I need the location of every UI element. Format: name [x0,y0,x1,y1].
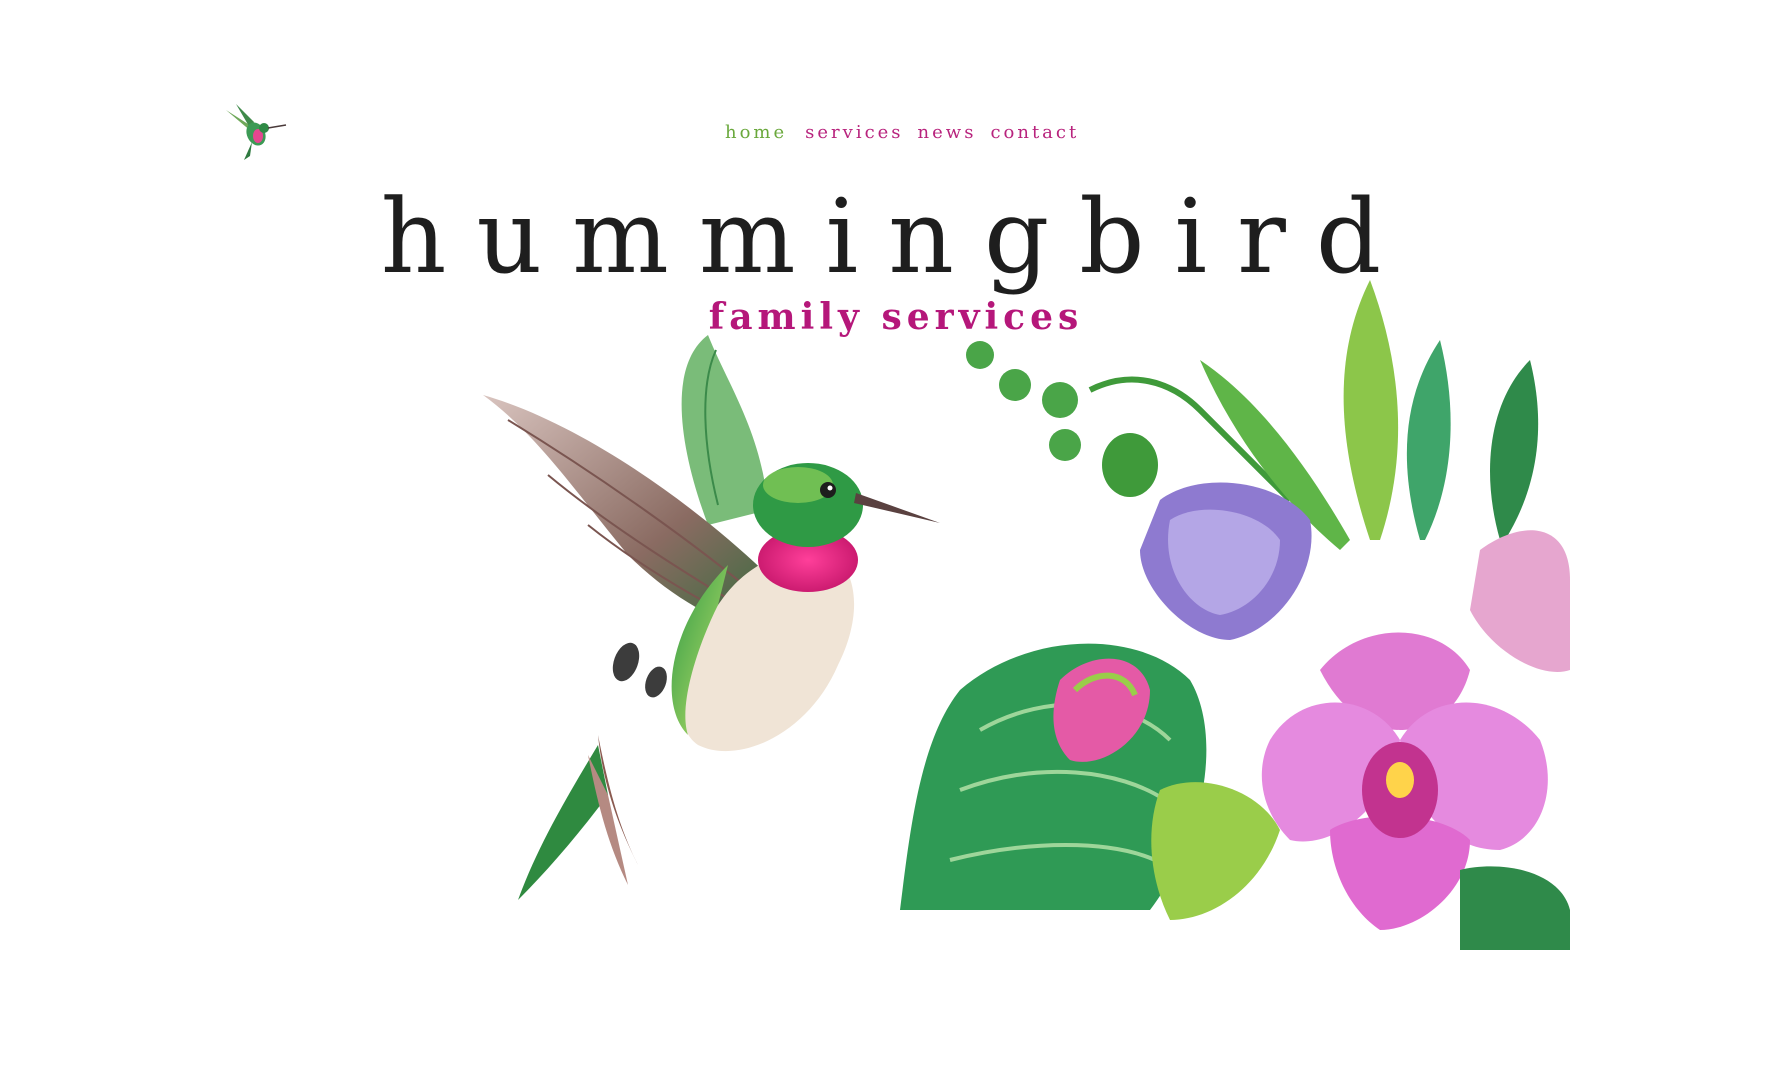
hummingbird-logo-icon[interactable] [222,98,288,164]
main-nav: home services news contact [725,118,1079,146]
nav-services-link[interactable]: services [805,122,903,143]
nav-home-link[interactable]: home [725,122,787,143]
tropical-flowers-illustration [900,280,1570,950]
nav-contact-link[interactable]: contact [990,122,1079,143]
nav-news-link[interactable]: news [918,122,977,143]
